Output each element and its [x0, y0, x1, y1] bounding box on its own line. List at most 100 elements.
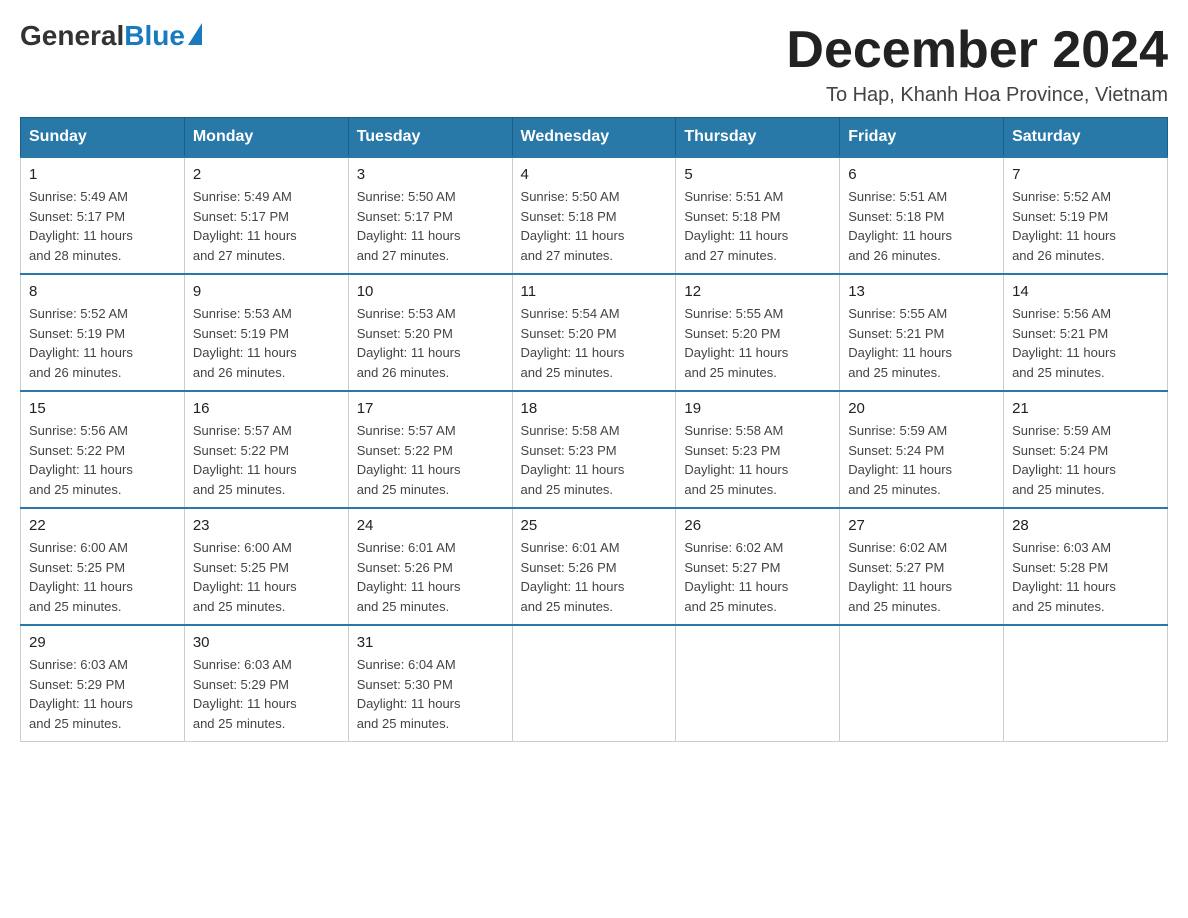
day-info: Sunrise: 5:56 AM Sunset: 5:21 PM Dayligh…: [1012, 304, 1159, 382]
calendar-day-cell: 24 Sunrise: 6:01 AM Sunset: 5:26 PM Dayl…: [348, 508, 512, 625]
day-number: 12: [684, 283, 831, 300]
calendar-day-cell: 26 Sunrise: 6:02 AM Sunset: 5:27 PM Dayl…: [676, 508, 840, 625]
day-info: Sunrise: 6:03 AM Sunset: 5:28 PM Dayligh…: [1012, 538, 1159, 616]
calendar-week-row: 22 Sunrise: 6:00 AM Sunset: 5:25 PM Dayl…: [21, 508, 1168, 625]
day-info: Sunrise: 5:51 AM Sunset: 5:18 PM Dayligh…: [684, 187, 831, 265]
day-number: 1: [29, 166, 176, 183]
calendar-week-row: 1 Sunrise: 5:49 AM Sunset: 5:17 PM Dayli…: [21, 157, 1168, 274]
day-number: 2: [193, 166, 340, 183]
calendar-header-friday: Friday: [840, 118, 1004, 158]
day-number: 27: [848, 517, 995, 534]
calendar-day-cell: 28 Sunrise: 6:03 AM Sunset: 5:28 PM Dayl…: [1004, 508, 1168, 625]
calendar-week-row: 29 Sunrise: 6:03 AM Sunset: 5:29 PM Dayl…: [21, 625, 1168, 742]
logo-general-text: General: [20, 20, 124, 52]
calendar-table: SundayMondayTuesdayWednesdayThursdayFrid…: [20, 117, 1168, 742]
calendar-day-cell: 8 Sunrise: 5:52 AM Sunset: 5:19 PM Dayli…: [21, 274, 185, 391]
day-info: Sunrise: 5:58 AM Sunset: 5:23 PM Dayligh…: [684, 421, 831, 499]
calendar-day-cell: 3 Sunrise: 5:50 AM Sunset: 5:17 PM Dayli…: [348, 157, 512, 274]
calendar-day-cell: 31 Sunrise: 6:04 AM Sunset: 5:30 PM Dayl…: [348, 625, 512, 742]
calendar-day-cell: 14 Sunrise: 5:56 AM Sunset: 5:21 PM Dayl…: [1004, 274, 1168, 391]
calendar-day-cell: 2 Sunrise: 5:49 AM Sunset: 5:17 PM Dayli…: [184, 157, 348, 274]
day-info: Sunrise: 5:57 AM Sunset: 5:22 PM Dayligh…: [193, 421, 340, 499]
calendar-day-cell: 4 Sunrise: 5:50 AM Sunset: 5:18 PM Dayli…: [512, 157, 676, 274]
calendar-day-cell: 20 Sunrise: 5:59 AM Sunset: 5:24 PM Dayl…: [840, 391, 1004, 508]
calendar-day-cell: 15 Sunrise: 5:56 AM Sunset: 5:22 PM Dayl…: [21, 391, 185, 508]
day-info: Sunrise: 5:59 AM Sunset: 5:24 PM Dayligh…: [1012, 421, 1159, 499]
calendar-day-cell: 10 Sunrise: 5:53 AM Sunset: 5:20 PM Dayl…: [348, 274, 512, 391]
day-info: Sunrise: 6:03 AM Sunset: 5:29 PM Dayligh…: [29, 655, 176, 733]
day-info: Sunrise: 5:58 AM Sunset: 5:23 PM Dayligh…: [521, 421, 668, 499]
calendar-day-cell: 7 Sunrise: 5:52 AM Sunset: 5:19 PM Dayli…: [1004, 157, 1168, 274]
calendar-day-cell: 27 Sunrise: 6:02 AM Sunset: 5:27 PM Dayl…: [840, 508, 1004, 625]
location-subtitle: To Hap, Khanh Hoa Province, Vietnam: [786, 84, 1168, 107]
calendar-day-cell: 18 Sunrise: 5:58 AM Sunset: 5:23 PM Dayl…: [512, 391, 676, 508]
logo-blue-part: Blue: [124, 20, 202, 52]
calendar-header-wednesday: Wednesday: [512, 118, 676, 158]
calendar-header-monday: Monday: [184, 118, 348, 158]
day-info: Sunrise: 6:00 AM Sunset: 5:25 PM Dayligh…: [193, 538, 340, 616]
day-number: 10: [357, 283, 504, 300]
calendar-day-cell: 5 Sunrise: 5:51 AM Sunset: 5:18 PM Dayli…: [676, 157, 840, 274]
calendar-header-sunday: Sunday: [21, 118, 185, 158]
day-number: 5: [684, 166, 831, 183]
calendar-day-cell: 13 Sunrise: 5:55 AM Sunset: 5:21 PM Dayl…: [840, 274, 1004, 391]
day-info: Sunrise: 5:50 AM Sunset: 5:18 PM Dayligh…: [521, 187, 668, 265]
calendar-header-tuesday: Tuesday: [348, 118, 512, 158]
calendar-day-cell: 30 Sunrise: 6:03 AM Sunset: 5:29 PM Dayl…: [184, 625, 348, 742]
day-number: 13: [848, 283, 995, 300]
day-number: 20: [848, 400, 995, 417]
day-number: 3: [357, 166, 504, 183]
calendar-day-cell: 23 Sunrise: 6:00 AM Sunset: 5:25 PM Dayl…: [184, 508, 348, 625]
day-info: Sunrise: 6:02 AM Sunset: 5:27 PM Dayligh…: [684, 538, 831, 616]
day-info: Sunrise: 5:57 AM Sunset: 5:22 PM Dayligh…: [357, 421, 504, 499]
calendar-week-row: 15 Sunrise: 5:56 AM Sunset: 5:22 PM Dayl…: [21, 391, 1168, 508]
calendar-header-thursday: Thursday: [676, 118, 840, 158]
day-number: 17: [357, 400, 504, 417]
day-number: 31: [357, 634, 504, 651]
day-number: 6: [848, 166, 995, 183]
day-info: Sunrise: 6:00 AM Sunset: 5:25 PM Dayligh…: [29, 538, 176, 616]
day-info: Sunrise: 5:51 AM Sunset: 5:18 PM Dayligh…: [848, 187, 995, 265]
day-number: 22: [29, 517, 176, 534]
day-info: Sunrise: 5:55 AM Sunset: 5:21 PM Dayligh…: [848, 304, 995, 382]
day-info: Sunrise: 6:01 AM Sunset: 5:26 PM Dayligh…: [357, 538, 504, 616]
calendar-day-cell: [840, 625, 1004, 742]
day-info: Sunrise: 5:50 AM Sunset: 5:17 PM Dayligh…: [357, 187, 504, 265]
day-info: Sunrise: 5:55 AM Sunset: 5:20 PM Dayligh…: [684, 304, 831, 382]
calendar-day-cell: 17 Sunrise: 5:57 AM Sunset: 5:22 PM Dayl…: [348, 391, 512, 508]
day-info: Sunrise: 5:49 AM Sunset: 5:17 PM Dayligh…: [29, 187, 176, 265]
day-info: Sunrise: 5:52 AM Sunset: 5:19 PM Dayligh…: [29, 304, 176, 382]
day-number: 21: [1012, 400, 1159, 417]
day-number: 18: [521, 400, 668, 417]
title-section: December 2024 To Hap, Khanh Hoa Province…: [786, 20, 1168, 107]
day-info: Sunrise: 5:53 AM Sunset: 5:20 PM Dayligh…: [357, 304, 504, 382]
calendar-header-row: SundayMondayTuesdayWednesdayThursdayFrid…: [21, 118, 1168, 158]
day-number: 26: [684, 517, 831, 534]
calendar-day-cell: 9 Sunrise: 5:53 AM Sunset: 5:19 PM Dayli…: [184, 274, 348, 391]
calendar-day-cell: 12 Sunrise: 5:55 AM Sunset: 5:20 PM Dayl…: [676, 274, 840, 391]
calendar-day-cell: 22 Sunrise: 6:00 AM Sunset: 5:25 PM Dayl…: [21, 508, 185, 625]
day-info: Sunrise: 6:02 AM Sunset: 5:27 PM Dayligh…: [848, 538, 995, 616]
day-number: 14: [1012, 283, 1159, 300]
calendar-day-cell: 16 Sunrise: 5:57 AM Sunset: 5:22 PM Dayl…: [184, 391, 348, 508]
calendar-day-cell: 21 Sunrise: 5:59 AM Sunset: 5:24 PM Dayl…: [1004, 391, 1168, 508]
day-number: 7: [1012, 166, 1159, 183]
day-info: Sunrise: 6:03 AM Sunset: 5:29 PM Dayligh…: [193, 655, 340, 733]
day-number: 19: [684, 400, 831, 417]
day-info: Sunrise: 5:52 AM Sunset: 5:19 PM Dayligh…: [1012, 187, 1159, 265]
day-info: Sunrise: 5:54 AM Sunset: 5:20 PM Dayligh…: [521, 304, 668, 382]
calendar-day-cell: 25 Sunrise: 6:01 AM Sunset: 5:26 PM Dayl…: [512, 508, 676, 625]
day-number: 29: [29, 634, 176, 651]
calendar-day-cell: 6 Sunrise: 5:51 AM Sunset: 5:18 PM Dayli…: [840, 157, 1004, 274]
logo-triangle-icon: [188, 23, 202, 45]
calendar-week-row: 8 Sunrise: 5:52 AM Sunset: 5:19 PM Dayli…: [21, 274, 1168, 391]
day-number: 16: [193, 400, 340, 417]
day-number: 8: [29, 283, 176, 300]
calendar-header-saturday: Saturday: [1004, 118, 1168, 158]
calendar-day-cell: 1 Sunrise: 5:49 AM Sunset: 5:17 PM Dayli…: [21, 157, 185, 274]
day-info: Sunrise: 6:01 AM Sunset: 5:26 PM Dayligh…: [521, 538, 668, 616]
calendar-day-cell: 19 Sunrise: 5:58 AM Sunset: 5:23 PM Dayl…: [676, 391, 840, 508]
day-info: Sunrise: 5:56 AM Sunset: 5:22 PM Dayligh…: [29, 421, 176, 499]
page-header: General Blue December 2024 To Hap, Khanh…: [20, 20, 1168, 107]
calendar-day-cell: 11 Sunrise: 5:54 AM Sunset: 5:20 PM Dayl…: [512, 274, 676, 391]
